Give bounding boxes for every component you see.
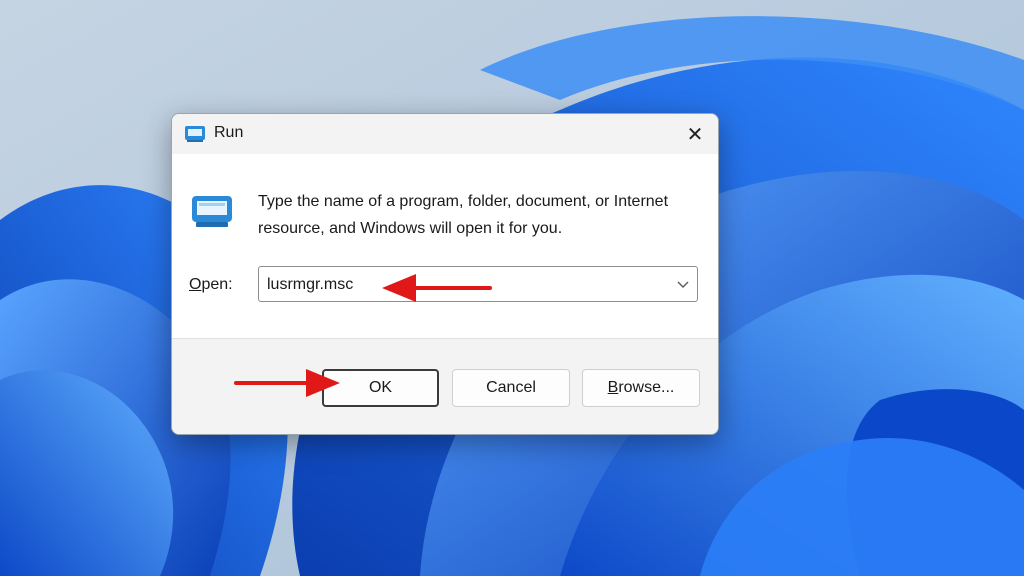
open-label-text: pen: — [201, 276, 233, 293]
annotation-arrow-ok — [234, 369, 340, 397]
open-label-accesskey: O — [189, 276, 202, 293]
browse-button-text: rowse... — [618, 379, 675, 396]
run-icon — [192, 196, 232, 227]
dialog-description: Type the name of a program, folder, docu… — [258, 193, 669, 237]
browse-button[interactable]: Browse... — [582, 369, 700, 407]
dialog-content: Type the name of a program, folder, docu… — [172, 154, 718, 338]
title-bar[interactable]: Run ✕ — [172, 114, 718, 154]
close-icon: ✕ — [686, 123, 704, 146]
annotation-arrow-open — [382, 274, 492, 302]
chevron-down-icon[interactable] — [677, 279, 689, 289]
run-icon — [185, 126, 205, 142]
cancel-button[interactable]: Cancel — [452, 369, 570, 407]
close-button[interactable]: ✕ — [672, 114, 718, 154]
cancel-button-label: Cancel — [486, 379, 536, 396]
browse-button-label: Browse... — [608, 379, 675, 397]
browse-accesskey: B — [607, 379, 619, 396]
dialog-title: Run — [214, 124, 244, 141]
open-label: Open: — [189, 276, 233, 294]
ok-button-label: OK — [368, 379, 393, 396]
